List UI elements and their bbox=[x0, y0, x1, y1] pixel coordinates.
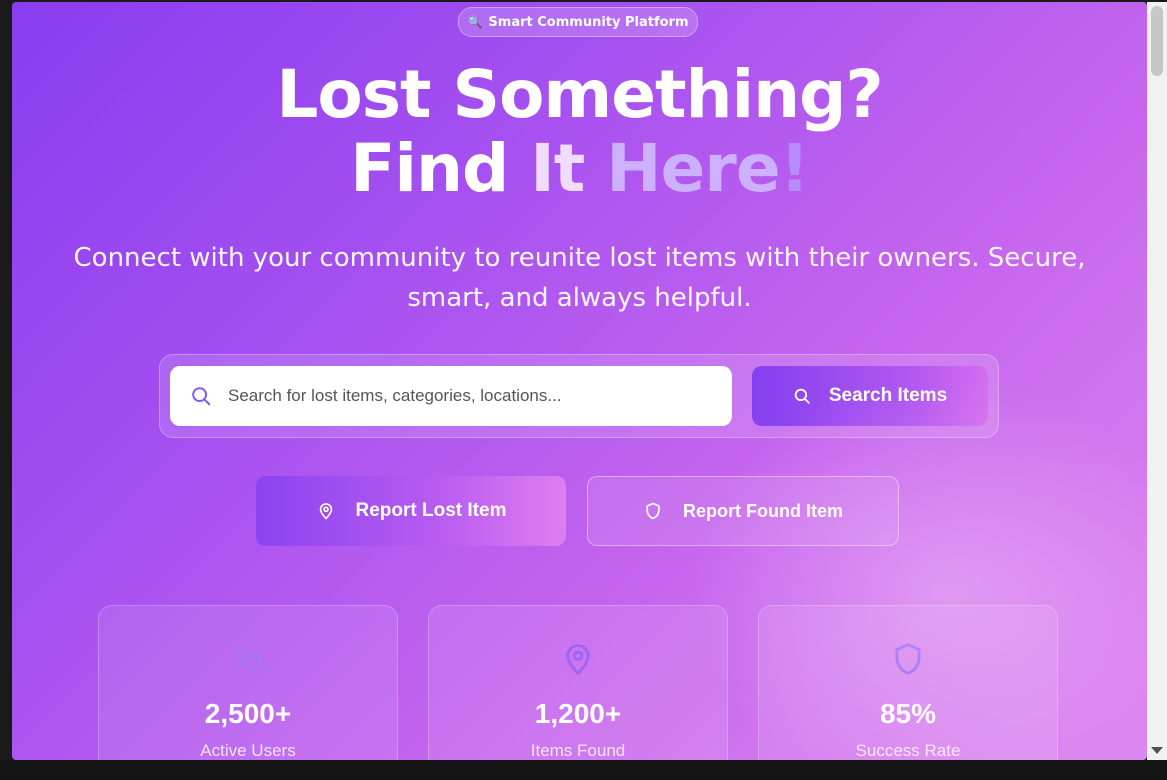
stat-value: 85% bbox=[879, 698, 937, 729]
stat-card-success-rate: 85% Success Rate bbox=[758, 605, 1058, 760]
hero-title-find: Find bbox=[350, 130, 531, 207]
stat-label: Success Rate bbox=[855, 741, 961, 760]
hero-title: Lost Something? Find It Here! bbox=[12, 58, 1147, 206]
report-lost-item-button[interactable]: Report Lost Item bbox=[256, 476, 566, 546]
map-pin-icon bbox=[319, 503, 332, 520]
search-items-label: Search Items bbox=[828, 385, 948, 406]
stat-card-active-users: 2,500+ Active Users bbox=[98, 605, 398, 760]
scroll-down-arrow-icon[interactable] bbox=[1151, 747, 1163, 754]
report-lost-item-label: Report Lost Item bbox=[355, 500, 507, 521]
hero-title-line2: Find It Here! bbox=[12, 132, 1147, 206]
hero-section: 🔍 Smart Community Platform Lost Somethin… bbox=[12, 2, 1147, 760]
shield-icon bbox=[646, 502, 660, 520]
users-icon bbox=[230, 646, 266, 675]
map-pin-icon bbox=[566, 644, 590, 675]
hero-title-bang: ! bbox=[779, 130, 810, 207]
search-icon bbox=[192, 387, 211, 406]
stat-label: Active Users bbox=[200, 741, 296, 760]
hero-title-line1: Lost Something? bbox=[276, 56, 883, 133]
hero-title-here: Here bbox=[606, 130, 780, 207]
stat-label: Items Found bbox=[530, 741, 626, 760]
shield-icon bbox=[895, 643, 921, 675]
scrollbar-thumb[interactable] bbox=[1151, 6, 1163, 76]
hero-title-it: It bbox=[530, 130, 607, 207]
search-icon bbox=[794, 388, 810, 404]
search-panel: Search Items bbox=[159, 354, 999, 438]
hero-subtitle: Connect with your community to reunite l… bbox=[73, 243, 1086, 313]
window-bottom-edge bbox=[0, 760, 1167, 780]
magnifier-icon: 🔍 bbox=[467, 15, 483, 29]
vertical-scrollbar[interactable] bbox=[1147, 2, 1167, 760]
badge-label: Smart Community Platform bbox=[488, 14, 689, 30]
stat-value: 1,200+ bbox=[534, 698, 622, 729]
search-field[interactable] bbox=[170, 366, 732, 426]
report-found-item-button[interactable]: Report Found Item bbox=[587, 476, 899, 546]
platform-badge: 🔍 Smart Community Platform bbox=[458, 7, 698, 37]
search-items-button[interactable]: Search Items bbox=[752, 366, 988, 426]
stat-card-items-found: 1,200+ Items Found bbox=[428, 605, 728, 760]
stat-value: 2,500+ bbox=[204, 698, 292, 729]
search-input[interactable] bbox=[226, 385, 710, 407]
report-found-item-label: Report Found Item bbox=[683, 500, 843, 521]
